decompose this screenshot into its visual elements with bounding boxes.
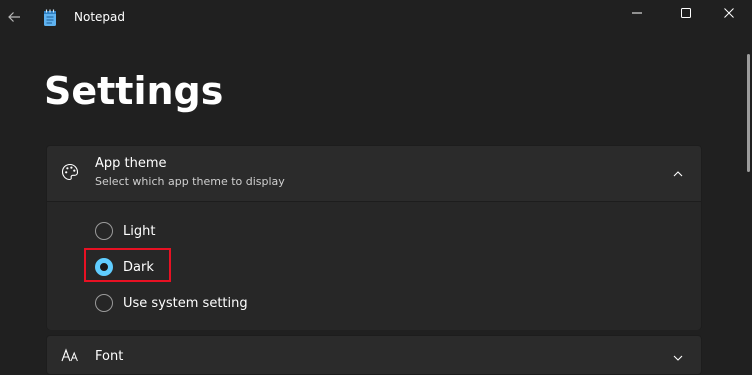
app-theme-header[interactable]: App theme Select which app theme to disp… xyxy=(47,146,701,201)
light-radio[interactable] xyxy=(95,222,113,240)
close-icon xyxy=(724,8,734,18)
scrollbar-thumb[interactable] xyxy=(747,54,750,172)
theme-option-system[interactable]: Use system setting xyxy=(95,292,248,314)
highlight-annotation xyxy=(84,248,171,282)
page-title: Settings xyxy=(44,69,224,113)
chevron-down-icon xyxy=(673,355,683,361)
maximize-icon xyxy=(681,8,691,18)
close-button[interactable] xyxy=(706,0,752,26)
font-card[interactable]: Font xyxy=(46,335,702,375)
window-title: Notepad xyxy=(74,10,125,24)
minimize-icon xyxy=(632,12,642,14)
notepad-icon xyxy=(44,9,56,26)
collapse-button[interactable] xyxy=(667,164,689,184)
palette-icon xyxy=(61,163,79,181)
system-radio[interactable] xyxy=(95,294,113,312)
app-theme-description: Select which app theme to display xyxy=(95,175,285,188)
theme-option-light[interactable]: Light xyxy=(95,220,155,242)
system-label: Use system setting xyxy=(123,295,248,311)
app-theme-title: App theme xyxy=(95,156,167,171)
back-arrow-icon xyxy=(8,12,20,22)
expand-button[interactable] xyxy=(667,348,689,368)
minimize-button[interactable] xyxy=(614,0,660,26)
chevron-up-icon xyxy=(673,171,683,177)
maximize-button[interactable] xyxy=(663,0,709,26)
light-label: Light xyxy=(123,223,156,239)
back-button[interactable] xyxy=(4,6,24,28)
font-title: Font xyxy=(95,349,124,364)
font-icon xyxy=(61,348,78,362)
app-theme-card: App theme Select which app theme to disp… xyxy=(46,145,702,330)
title-bar: Notepad xyxy=(0,0,752,36)
